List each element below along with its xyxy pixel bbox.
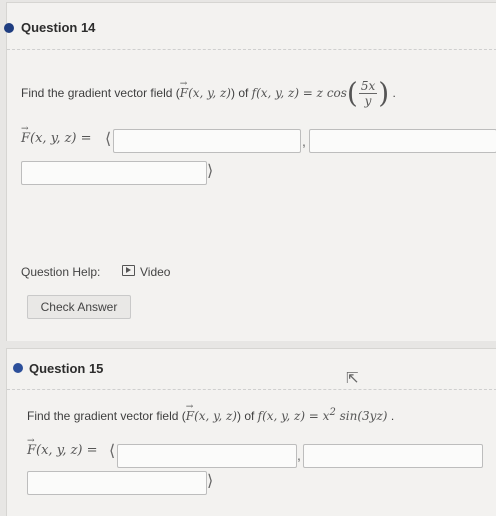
question-help-label: Question Help:: [21, 265, 101, 279]
right-angle-bracket: ⟩: [207, 161, 214, 180]
prompt-math-F: → F(x, y, z): [185, 402, 237, 423]
answer-lhs: → F(x, y, z) =: [21, 124, 92, 146]
answer-input-y[interactable]: [309, 129, 496, 153]
question-title: Question 15: [29, 361, 104, 376]
function-expression: f(x, y, z) = x2 sin(3yz): [257, 407, 388, 423]
left-angle-bracket: ⟨: [109, 441, 116, 460]
answer-input-z[interactable]: [21, 161, 207, 185]
prompt-of: ) of: [236, 409, 258, 423]
left-angle-bracket: ⟨: [105, 129, 112, 148]
question-title: Question 14: [21, 20, 96, 35]
prompt-period: .: [390, 409, 395, 423]
prompt-period: .: [392, 86, 396, 100]
answer-input-y[interactable]: [303, 444, 483, 468]
answer-input-x[interactable]: [113, 129, 301, 153]
video-play-icon[interactable]: [122, 265, 135, 276]
comma-separator: ,: [302, 133, 306, 149]
mouse-pointer-icon: ⇱: [346, 370, 359, 387]
comma-separator: ,: [297, 447, 301, 463]
question-prompt: Find the gradient vector field (→ F(x, y,…: [21, 79, 396, 108]
video-link[interactable]: Video: [140, 265, 170, 279]
question-status-dot: [4, 23, 14, 33]
question-header: Question 15 ⇱: [7, 349, 496, 390]
right-angle-bracket: ⟩: [207, 471, 214, 490]
answer-lhs: → F(x, y, z) =: [27, 436, 98, 458]
question-status-dot: [13, 363, 23, 373]
fraction: 5x y: [358, 79, 378, 108]
prompt-text: Find the gradient vector field (: [21, 86, 180, 100]
prompt-math-F: → F(x, y, z): [179, 79, 231, 100]
check-answer-button[interactable]: Check Answer: [27, 295, 131, 319]
function-expression: f(x, y, z) = z cos(5x y): [251, 76, 390, 110]
question-header: Question 14: [4, 3, 496, 50]
question-prompt: Find the gradient vector field (→ F(x, y,…: [27, 402, 395, 423]
question-14-card: Question 14 Find the gradient vector fie…: [4, 2, 496, 341]
answer-input-z[interactable]: [27, 471, 207, 495]
question-15-card: Question 15 ⇱ Find the gradient vector f…: [6, 348, 496, 516]
prompt-text: Find the gradient vector field (: [27, 409, 186, 423]
prompt-of: ) of: [230, 86, 252, 100]
answer-input-x[interactable]: [117, 444, 297, 468]
